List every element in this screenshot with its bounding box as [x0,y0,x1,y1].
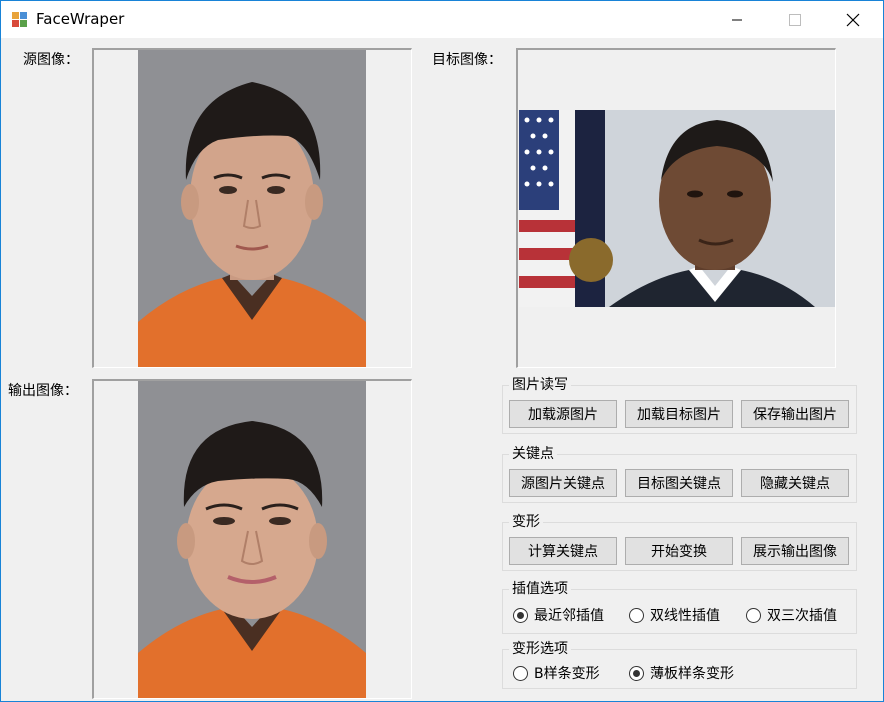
transform-group-title: 变形 [509,514,543,530]
keypoints-group-title: 关键点 [509,446,557,462]
output-face-image [138,381,366,698]
warp-group: 变形选项 B样条变形 薄板样条变形 [502,641,857,689]
radio-bilinear-label: 双线性插值 [650,608,720,624]
hide-keypoints-button[interactable]: 隐藏关键点 [741,469,849,497]
maximize-icon [789,13,801,26]
minimize-icon [732,19,742,20]
warp-group-title: 变形选项 [509,641,571,657]
load-target-button[interactable]: 加载目标图片 [625,400,733,428]
target-image-label: 目标图像： [432,52,502,68]
close-icon [846,13,860,26]
main-window: FaceWraper 源图像： 目标图像： 输出图像： 图片读写 加载源图片 加… [0,0,884,702]
radio-bspline-circle[interactable] [513,665,528,681]
radio-bicubic-label: 双三次插值 [767,608,837,624]
source-image-box[interactable] [92,48,412,368]
compute-keypoints-button[interactable]: 计算关键点 [509,537,617,565]
save-output-button[interactable]: 保存输出图片 [741,400,849,428]
interp-group-title: 插值选项 [509,581,571,597]
radio-thinplate[interactable]: 薄板样条变形 [629,663,734,683]
app-icon [12,12,27,27]
title-bar: FaceWraper [1,1,883,38]
start-transform-button[interactable]: 开始变换 [625,537,733,565]
source-image-label: 源图像： [23,52,79,68]
target-image-box[interactable] [516,48,836,368]
radio-bspline-label: B样条变形 [534,666,600,682]
io-group-title: 图片读写 [509,377,571,393]
radio-bspline[interactable]: B样条变形 [513,663,600,683]
close-button[interactable] [830,1,876,38]
minimize-button[interactable] [714,1,760,38]
target-face-image [519,110,835,307]
interp-group: 插值选项 最近邻插值 双线性插值 双三次插值 [502,581,857,634]
radio-bilinear[interactable]: 双线性插值 [629,605,720,625]
radio-bilinear-circle[interactable] [629,607,644,623]
output-image-box[interactable] [92,379,412,699]
source-keypoints-button[interactable]: 源图片关键点 [509,469,617,497]
source-face-image [138,50,366,367]
radio-bicubic-circle[interactable] [746,607,761,623]
load-source-button[interactable]: 加载源图片 [509,400,617,428]
io-group: 图片读写 加载源图片 加载目标图片 保存输出图片 [502,377,857,434]
radio-thinplate-label: 薄板样条变形 [650,666,734,682]
target-keypoints-button[interactable]: 目标图关键点 [625,469,733,497]
keypoints-group: 关键点 源图片关键点 目标图关键点 隐藏关键点 [502,446,857,503]
radio-bicubic[interactable]: 双三次插值 [746,605,837,625]
radio-nearest[interactable]: 最近邻插值 [513,605,604,625]
radio-nearest-label: 最近邻插值 [534,608,604,624]
output-image-label: 输出图像： [8,383,78,399]
window-title: FaceWraper [36,10,125,28]
radio-thinplate-circle[interactable] [629,665,644,681]
radio-nearest-circle[interactable] [513,607,528,623]
maximize-button[interactable] [772,1,818,38]
show-output-button[interactable]: 展示输出图像 [741,537,849,565]
transform-group: 变形 计算关键点 开始变换 展示输出图像 [502,514,857,571]
